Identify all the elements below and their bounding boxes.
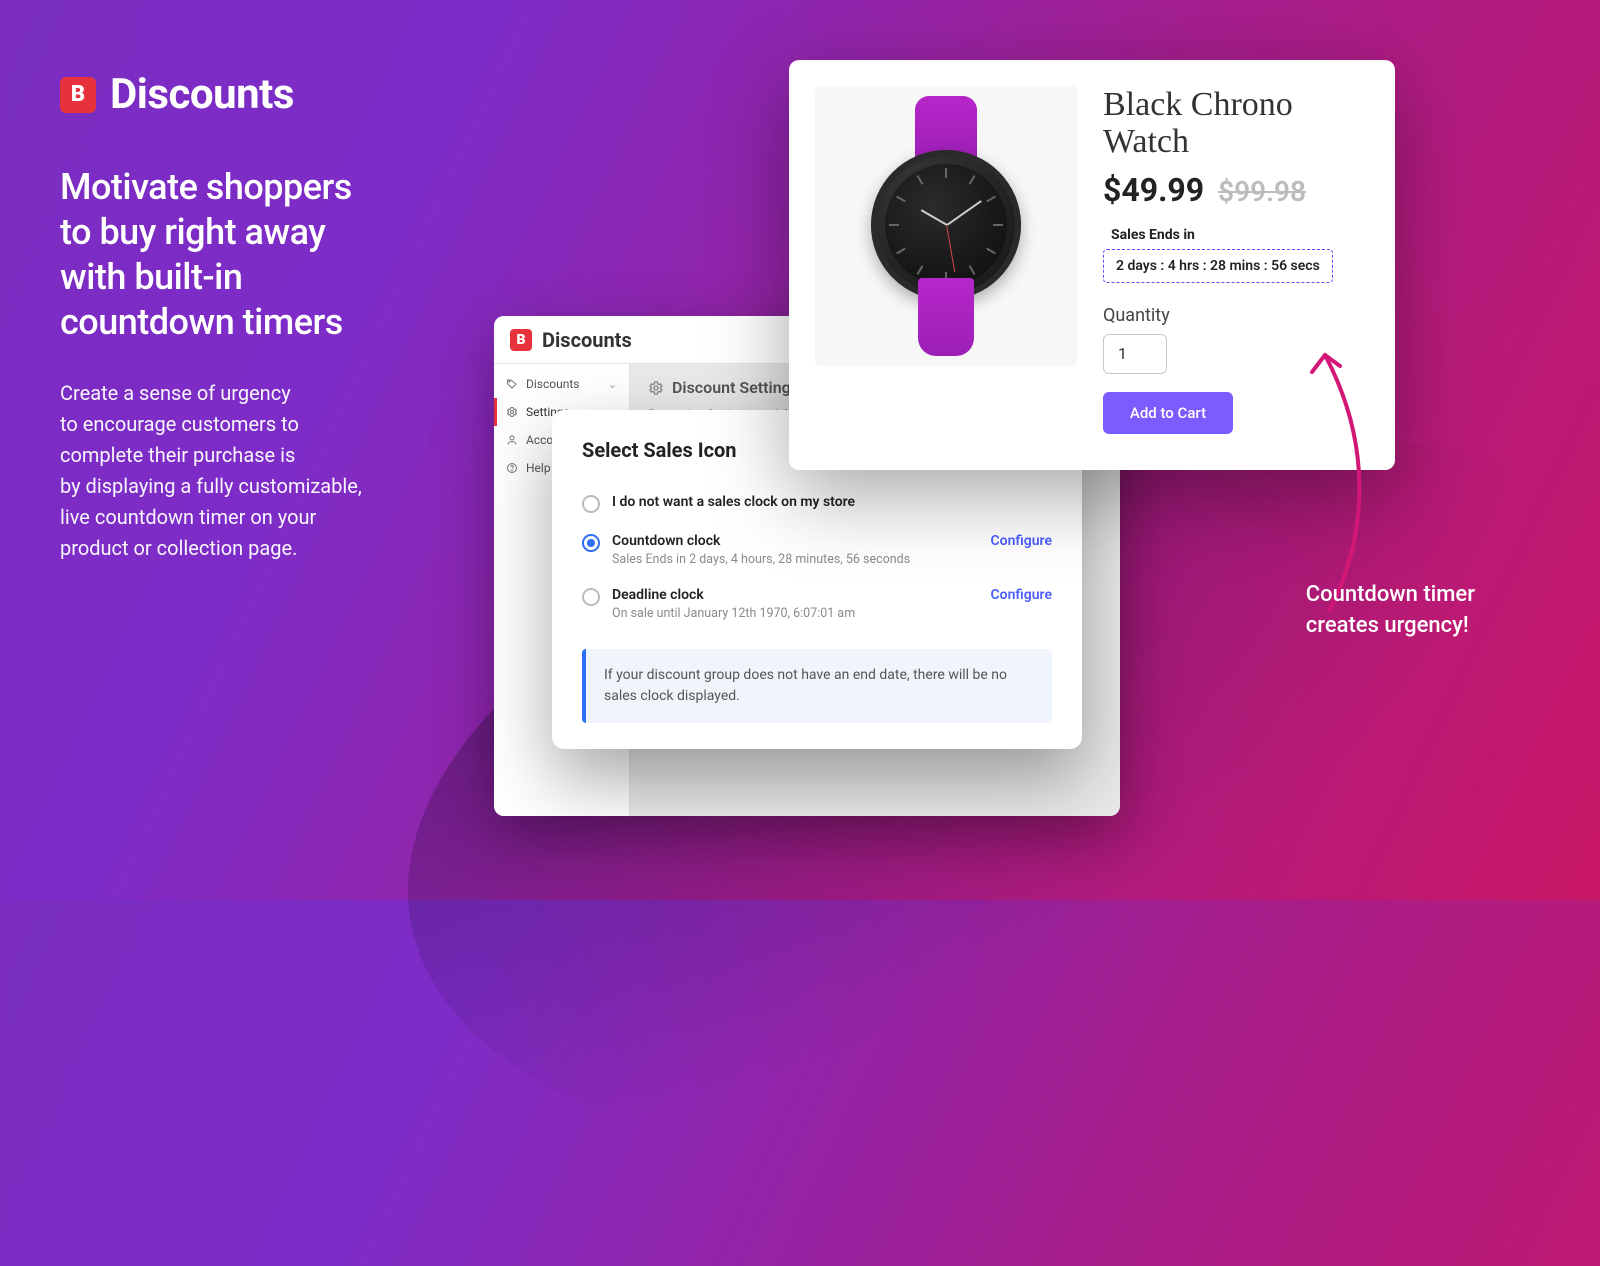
option-title: Deadline clock <box>612 587 979 603</box>
page-headline: Motivate shoppersto buy right awaywith b… <box>60 165 352 345</box>
admin-logo-icon: B <box>510 329 532 351</box>
option-subtitle: On sale until January 12th 1970, 6:07:01… <box>612 606 979 621</box>
quantity-label: Quantity <box>1103 305 1369 326</box>
countdown-timer: 2 days : 4 hrs : 28 mins : 56 secs <box>1103 249 1333 283</box>
gear-icon <box>506 406 518 418</box>
configure-link[interactable]: Configure <box>991 533 1052 549</box>
quantity-input[interactable]: 1 <box>1103 334 1167 374</box>
sidebar-item-label: Discounts <box>526 377 579 391</box>
sidebar-item-label: Help <box>526 461 551 475</box>
modal-notice: If your discount group does not have an … <box>582 649 1052 723</box>
admin-page-title: Discount Settings <box>672 378 799 397</box>
help-icon <box>506 462 518 474</box>
chevron-down-icon: ⌄ <box>608 378 617 391</box>
option-no-clock[interactable]: I do not want a sales clock on my store <box>582 484 1052 523</box>
sidebar-item-discounts[interactable]: Discounts ⌄ <box>494 370 629 398</box>
option-title: I do not want a sales clock on my store <box>612 494 1052 510</box>
add-to-cart-button[interactable]: Add to Cart <box>1103 392 1233 434</box>
radio-icon[interactable] <box>582 588 600 606</box>
admin-title: Discounts <box>542 328 632 352</box>
tag-icon <box>506 378 518 390</box>
product-old-price: $99.98 <box>1218 175 1306 208</box>
brand-title: Discounts <box>110 70 294 119</box>
sale-ends-label: Sales Ends in <box>1111 227 1369 243</box>
option-deadline-clock[interactable]: Deadline clock On sale until January 12t… <box>582 577 1052 631</box>
brand-logo-icon: B <box>60 77 96 113</box>
page-subtext: Create a sense of urgencyto encourage cu… <box>60 378 362 564</box>
option-title: Countdown clock <box>612 533 979 549</box>
product-card: Black ChronoWatch $49.99 $99.98 Sales En… <box>789 60 1395 470</box>
gear-icon <box>648 380 664 396</box>
option-countdown-clock[interactable]: Countdown clock Sales Ends in 2 days, 4 … <box>582 523 1052 577</box>
option-subtitle: Sales Ends in 2 days, 4 hours, 28 minute… <box>612 552 979 567</box>
product-image <box>815 86 1077 366</box>
watch-illustration-icon <box>861 96 1031 356</box>
radio-icon[interactable] <box>582 495 600 513</box>
radio-icon[interactable] <box>582 534 600 552</box>
callout-caption: Countdown timer creates urgency! <box>1306 580 1475 642</box>
product-title: Black ChronoWatch <box>1103 86 1369 161</box>
product-price: $49.99 <box>1103 171 1204 209</box>
user-icon <box>506 434 518 446</box>
brand-block: B Discounts <box>60 70 294 119</box>
configure-link[interactable]: Configure <box>991 587 1052 603</box>
